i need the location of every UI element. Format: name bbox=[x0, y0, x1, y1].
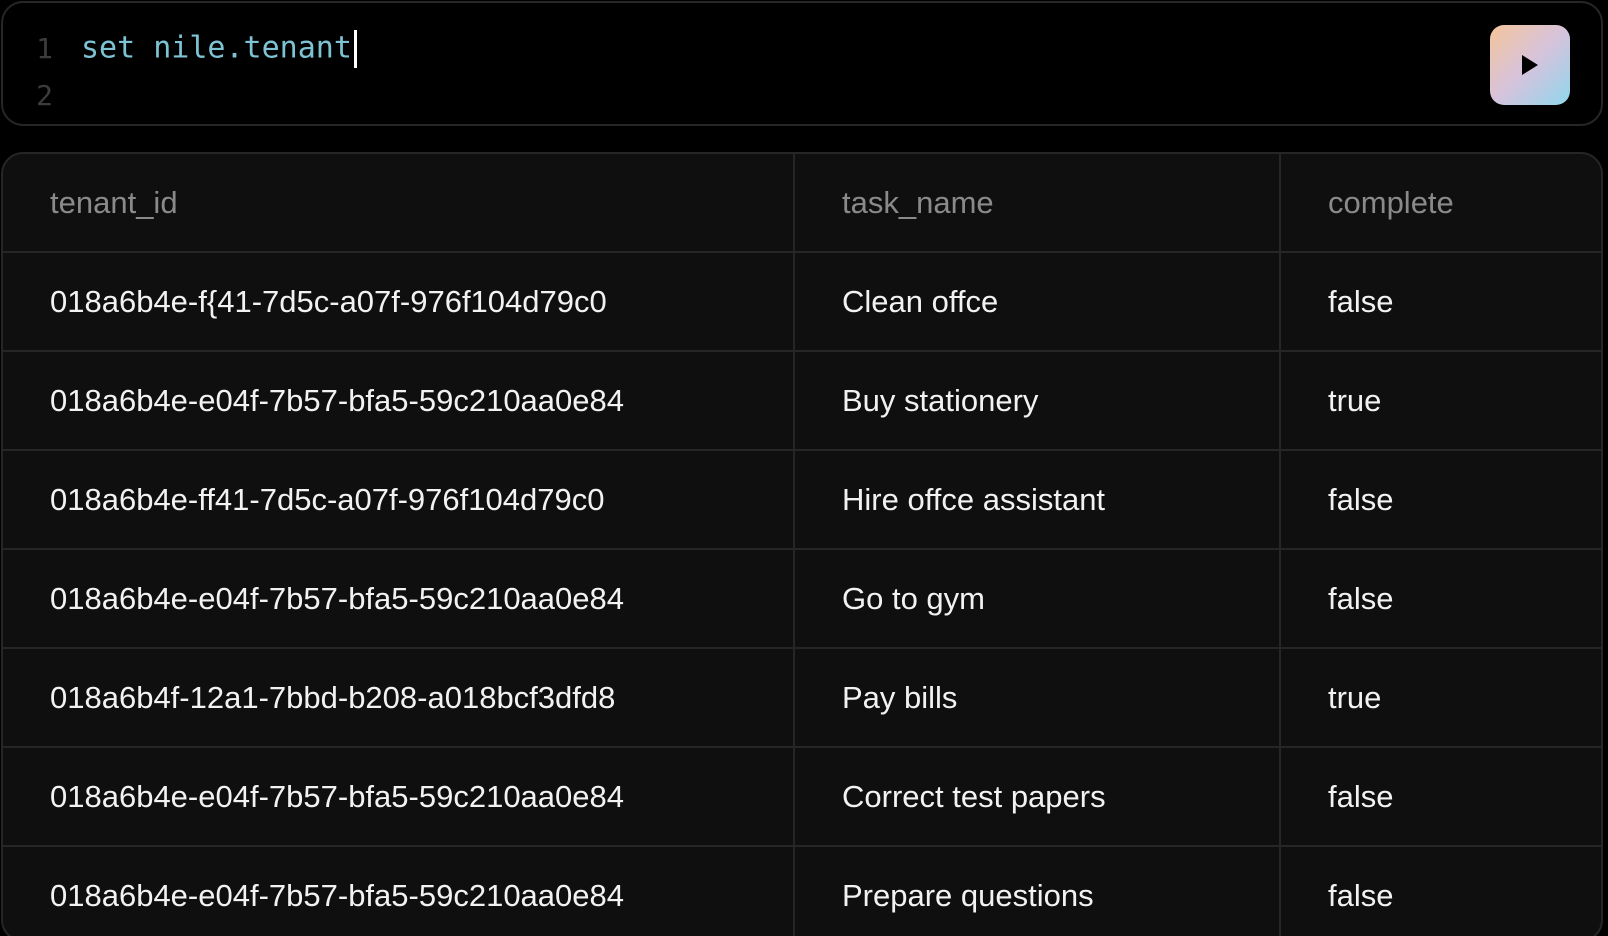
code-line-2[interactable]: 2 bbox=[3, 72, 1601, 119]
table-row: 018a6b4e-f{41-7d5c-a07f-976f104d79c0 Cle… bbox=[3, 252, 1601, 352]
code-line-1[interactable]: 1 set nile.tenant bbox=[3, 25, 1601, 72]
cell-task-name: Prepare questions bbox=[794, 846, 1281, 936]
run-query-button[interactable] bbox=[1490, 25, 1570, 105]
line-number: 1 bbox=[36, 32, 53, 65]
sql-editor[interactable]: 1 set nile.tenant 2 bbox=[1, 1, 1603, 126]
cell-tenant-id: 018a6b4e-e04f-7b57-bfa5-59c210aa0e84 bbox=[3, 549, 795, 649]
table-header-row: tenant_id task_name complete bbox=[3, 154, 1601, 253]
table-row: 018a6b4e-e04f-7b57-bfa5-59c210aa0e84 Go … bbox=[3, 549, 1601, 649]
column-header-tenant-id: tenant_id bbox=[3, 154, 795, 253]
cell-tenant-id: 018a6b4e-e04f-7b57-bfa5-59c210aa0e84 bbox=[3, 351, 795, 451]
editor-lines: 1 set nile.tenant 2 bbox=[3, 25, 1601, 119]
code-text-content: set nile.tenant bbox=[81, 30, 352, 65]
line-number: 2 bbox=[36, 79, 53, 112]
cell-complete: false bbox=[1280, 549, 1601, 649]
text-cursor bbox=[353, 29, 357, 68]
cell-task-name: Correct test papers bbox=[794, 747, 1281, 847]
table-row: 018a6b4f-12a1-7bbd-b208-a018bcf3dfd8 Pay… bbox=[3, 648, 1601, 748]
cell-task-name: Clean offce bbox=[794, 252, 1281, 352]
cell-task-name: Hire offce assistant bbox=[794, 450, 1281, 550]
cell-complete: false bbox=[1280, 252, 1601, 352]
table-row: 018a6b4e-ff41-7d5c-a07f-976f104d79c0 Hir… bbox=[3, 450, 1601, 550]
cell-task-name: Go to gym bbox=[794, 549, 1281, 649]
column-header-task-name: task_name bbox=[794, 154, 1281, 253]
cell-complete: false bbox=[1280, 846, 1601, 936]
cell-complete: true bbox=[1280, 351, 1601, 451]
cell-complete: true bbox=[1280, 648, 1601, 748]
cell-tenant-id: 018a6b4e-ff41-7d5c-a07f-976f104d79c0 bbox=[3, 450, 795, 550]
cell-tenant-id: 018a6b4e-f{41-7d5c-a07f-976f104d79c0 bbox=[3, 252, 795, 352]
code-text[interactable]: set nile.tenant bbox=[81, 29, 357, 68]
column-header-complete: complete bbox=[1280, 154, 1601, 253]
cell-tenant-id: 018a6b4e-e04f-7b57-bfa5-59c210aa0e84 bbox=[3, 846, 795, 936]
table-row: 018a6b4e-e04f-7b57-bfa5-59c210aa0e84 Pre… bbox=[3, 846, 1601, 936]
cell-task-name: Buy stationery bbox=[794, 351, 1281, 451]
cell-tenant-id: 018a6b4f-12a1-7bbd-b208-a018bcf3dfd8 bbox=[3, 648, 795, 748]
play-icon bbox=[1522, 55, 1538, 75]
results-table-panel: tenant_id task_name complete 018a6b4e-f{… bbox=[1, 152, 1603, 936]
table-row: 018a6b4e-e04f-7b57-bfa5-59c210aa0e84 Buy… bbox=[3, 351, 1601, 451]
cell-complete: false bbox=[1280, 747, 1601, 847]
cell-task-name: Pay bills bbox=[794, 648, 1281, 748]
cell-tenant-id: 018a6b4e-e04f-7b57-bfa5-59c210aa0e84 bbox=[3, 747, 795, 847]
results-table: tenant_id task_name complete 018a6b4e-f{… bbox=[3, 154, 1601, 936]
table-row: 018a6b4e-e04f-7b57-bfa5-59c210aa0e84 Cor… bbox=[3, 747, 1601, 847]
cell-complete: false bbox=[1280, 450, 1601, 550]
